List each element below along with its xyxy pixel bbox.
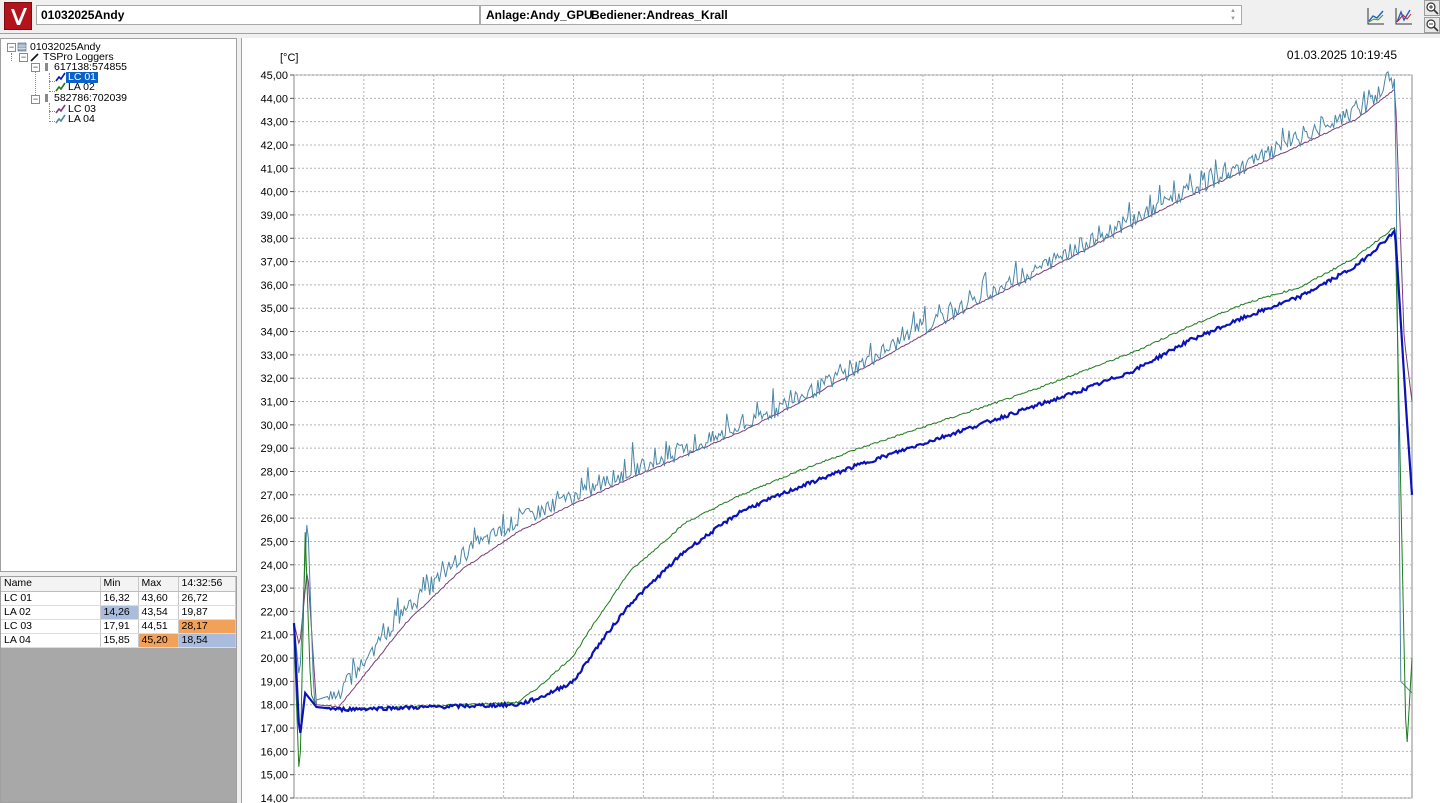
table-row[interactable]: LA 02 14,26 43,54 19,87 — [1, 605, 236, 620]
y-tick-label: 42,00 — [260, 140, 288, 152]
plant-label: Anlage:Andy_GPU — [486, 8, 593, 22]
logger-tree: − 01032025Andy − TSPro Loggers − 617138:… — [0, 38, 237, 572]
line-chart-icon — [1367, 8, 1384, 25]
logger-icon — [45, 94, 48, 102]
collapse-logger2-toggle[interactable]: − — [31, 95, 40, 104]
cell-current: 18,54 — [178, 633, 236, 648]
cell-max: 44,51 — [138, 619, 179, 634]
top-toolbar: 01032025Andy Anlage:Andy_GPU Bediener:An… — [0, 0, 1440, 34]
operator-label: Bediener:Andreas_Krall — [591, 8, 728, 22]
y-tick-label: 37,00 — [260, 257, 288, 269]
cell-min: 15,85 — [100, 633, 139, 648]
y-tick-label: 18,00 — [260, 700, 288, 712]
chart-compare-button[interactable] — [1394, 6, 1414, 26]
col-min-header[interactable]: Min — [100, 577, 139, 592]
stats-table-panel: Name Min Max 14:32:56 LC 01 16,32 43,60 … — [0, 576, 237, 803]
channel-la02-icon — [55, 82, 66, 92]
cell-max: 43,60 — [138, 591, 179, 606]
y-tick-label: 16,00 — [260, 746, 288, 758]
chart-plot-area[interactable]: 14,00 15,00 16,00 17,00 18,00 19,00 20,00 21,00… — [242, 38, 1440, 803]
collapse-root-toggle[interactable]: − — [7, 43, 16, 52]
stats-table: Name Min Max 14:32:56 LC 01 16,32 43,60 … — [1, 577, 236, 648]
cell-max: 43,54 — [138, 605, 179, 620]
cell-name: LC 01 — [1, 591, 101, 606]
cell-min: 14,26 — [100, 605, 139, 620]
table-row[interactable]: LC 01 16,32 43,60 26,72 — [1, 591, 236, 606]
multi-chart-icon — [1395, 8, 1412, 25]
table-header-row: Name Min Max 14:32:56 — [1, 577, 236, 592]
logger-icon — [45, 63, 48, 71]
zoom-in-button[interactable] — [1424, 0, 1440, 16]
y-tick-label: 31,00 — [260, 397, 288, 409]
app-logo-icon — [4, 2, 32, 30]
cell-current: 19,87 — [178, 605, 236, 620]
y-tick-label: 35,00 — [260, 303, 288, 315]
y-tick-label: 29,00 — [260, 443, 288, 455]
cell-max: 45,20 — [138, 633, 179, 648]
y-tick-label: 45,00 — [260, 70, 288, 82]
channel-lc01-icon — [55, 72, 66, 82]
col-current-header[interactable]: 14:32:56 — [178, 577, 236, 592]
app-window: 01032025Andy Anlage:Andy_GPU Bediener:An… — [0, 0, 1440, 803]
y-tick-label: 20,00 — [260, 653, 288, 665]
cell-name: LA 02 — [1, 605, 101, 620]
y-tick-label: 34,00 — [260, 327, 288, 339]
collapse-group-toggle[interactable]: − — [19, 53, 28, 62]
col-name-header[interactable]: Name — [1, 577, 101, 592]
y-tick-label: 26,00 — [260, 513, 288, 525]
y-tick-label: 44,00 — [260, 93, 288, 105]
y-tick-label: 25,00 — [260, 536, 288, 548]
cell-current: 26,72 — [178, 591, 236, 606]
y-tick-label: 22,00 — [260, 606, 288, 618]
y-tick-label: 19,00 — [260, 676, 288, 688]
database-icon — [17, 42, 27, 52]
pen-icon — [30, 53, 39, 62]
cell-min: 17,91 — [100, 619, 139, 634]
y-tick-label: 43,00 — [260, 117, 288, 129]
y-tick-label: 21,00 — [260, 630, 288, 642]
cell-min: 16,32 — [100, 591, 139, 606]
table-row[interactable]: LC 03 17,91 44,51 28,17 — [1, 619, 236, 634]
y-tick-label: 38,00 — [260, 233, 288, 245]
project-title-field[interactable]: 01032025Andy — [36, 5, 480, 25]
y-tick-label: 28,00 — [260, 466, 288, 478]
chart-view-button[interactable] — [1366, 6, 1386, 26]
y-tick-label: 39,00 — [260, 210, 288, 222]
collapse-logger1-toggle[interactable]: − — [31, 63, 40, 72]
zoom-controls — [1424, 0, 1440, 34]
y-tick-label: 33,00 — [260, 350, 288, 362]
plant-operator-field[interactable]: Anlage:Andy_GPU Bediener:Andreas_Krall ▲… — [480, 5, 1242, 25]
y-tick-label: 32,00 — [260, 373, 288, 385]
cell-current: 28,17 — [178, 619, 236, 634]
y-tick-label: 36,00 — [260, 280, 288, 292]
y-tick-label: 41,00 — [260, 163, 288, 175]
zoom-in-icon — [1426, 2, 1439, 15]
y-tick-label: 30,00 — [260, 420, 288, 432]
channel-la04-icon — [55, 114, 66, 124]
y-tick-label: 27,00 — [260, 490, 288, 502]
cell-name: LC 03 — [1, 619, 101, 634]
zoom-out-icon — [1426, 19, 1439, 32]
table-row[interactable]: LA 04 15,85 45,20 18,54 — [1, 633, 236, 648]
y-tick-label: 40,00 — [260, 187, 288, 199]
spin-arrows-icon[interactable]: ▲ ▼ — [1228, 7, 1238, 23]
y-tick-label: 15,00 — [260, 770, 288, 782]
y-tick-label: 23,00 — [260, 583, 288, 595]
zoom-out-button[interactable] — [1424, 17, 1440, 33]
cell-name: LA 04 — [1, 633, 101, 648]
channel-lc03-icon — [55, 104, 66, 114]
y-tick-label: 17,00 — [260, 723, 288, 735]
temperature-chart[interactable]: [°C] 01.03.2025 10:19:45 14,00 15,00 16,00… — [241, 38, 1440, 803]
col-max-header[interactable]: Max — [138, 577, 179, 592]
y-tick-label: 24,00 — [260, 560, 288, 572]
y-tick-label: 14,00 — [260, 793, 288, 803]
